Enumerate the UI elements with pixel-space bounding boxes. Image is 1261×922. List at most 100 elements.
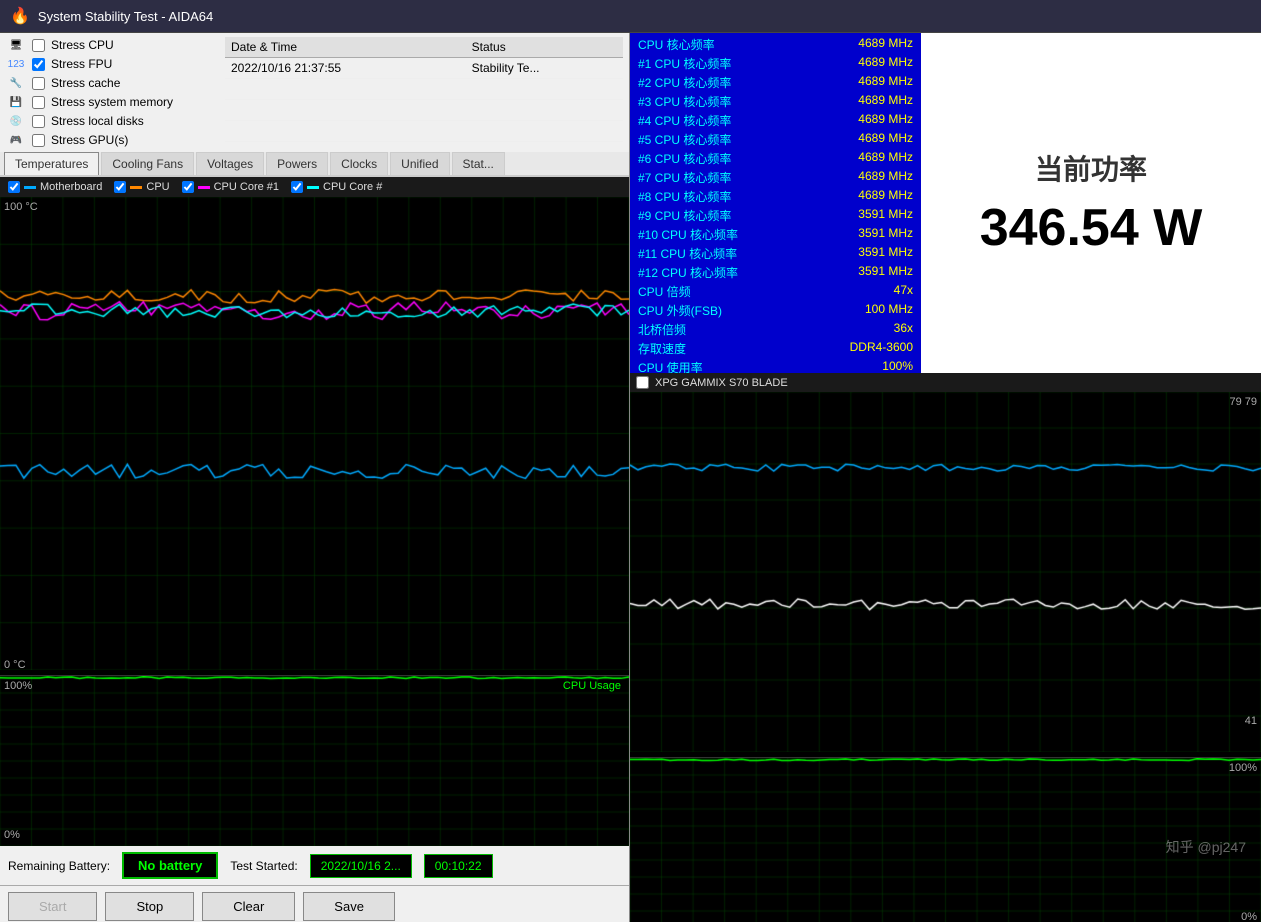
right-panel: CPU 核心频率4689 MHz#1 CPU 核心频率4689 MHz#2 CP… — [630, 33, 1261, 922]
tab-temperatures[interactable]: Temperatures — [4, 152, 99, 175]
cpu-data-row: #8 CPU 核心频率4689 MHz — [634, 187, 917, 206]
cpu-row-label: CPU 外频(FSB) — [638, 302, 722, 319]
cpu-data-row: #11 CPU 核心频率3591 MHz — [634, 244, 917, 263]
cpu-row-label: #12 CPU 核心频率 — [638, 264, 738, 281]
start-button[interactable]: Start — [8, 892, 97, 921]
stress-fpu-item: 123 Stress FPU — [6, 56, 221, 72]
cpu-icon: 🖥 — [6, 37, 26, 53]
tab-voltages[interactable]: Voltages — [196, 152, 264, 175]
cpu-row-label: #5 CPU 核心频率 — [638, 131, 731, 148]
stress-cache-item: 🔧 Stress cache — [6, 75, 221, 91]
cpu-row-label: CPU 倍频 — [638, 283, 691, 300]
cpu-row-label: #6 CPU 核心频率 — [638, 150, 731, 167]
clear-button[interactable]: Clear — [202, 892, 295, 921]
cpu-data-row: #6 CPU 核心频率4689 MHz — [634, 149, 917, 168]
flame-icon: 🔥 — [10, 6, 30, 26]
cpu-row-value: 100 MHz — [865, 302, 913, 319]
legend-cpu: CPU — [114, 181, 169, 193]
stress-cache-label[interactable]: Stress cache — [51, 76, 120, 90]
stress-disks-checkbox[interactable] — [32, 115, 45, 128]
cpu-row-value: 4689 MHz — [858, 169, 913, 186]
right-temp-chart: 79 79 41 — [630, 392, 1261, 757]
elapsed-time: 00:10:22 — [424, 854, 493, 878]
legend-cpu-core1-checkbox[interactable] — [182, 181, 194, 193]
stress-fpu-checkbox[interactable] — [32, 58, 45, 71]
cpu-row-value: 4689 MHz — [858, 74, 913, 91]
watermark: 知乎 @pj247 — [1166, 837, 1246, 857]
cpu-data-row: #5 CPU 核心频率 4689 MHz — [634, 130, 917, 149]
right-chart-checkbox[interactable] — [636, 376, 649, 389]
tab-unified[interactable]: Unified — [390, 152, 449, 175]
temp-chart-container: 100 °C 0 °C — [0, 197, 629, 675]
power-label: 当前功率 — [1035, 148, 1147, 188]
legend-cpu-checkbox[interactable] — [114, 181, 126, 193]
cpu-row-value: 3591 MHz — [858, 264, 913, 281]
cpu-data-row: #1 CPU 核心频率 4689 MHz — [634, 54, 917, 73]
right-temp-top: 79 79 — [1229, 396, 1257, 408]
test-started-value: 2022/10/16 2... — [310, 854, 412, 878]
tab-stat[interactable]: Stat... — [452, 152, 505, 175]
disk-icon: 💿 — [6, 113, 26, 129]
cpu-row-value: 3591 MHz — [858, 207, 913, 224]
stress-fpu-label[interactable]: Stress FPU — [51, 57, 112, 71]
stress-options-row: 🖥 Stress CPU 123 Stress FPU 🔧 Stress cac… — [0, 33, 629, 152]
legend-cpu-label: CPU — [146, 181, 169, 193]
temp-y-min: 0 °C — [4, 659, 26, 671]
cpu-data-row: #3 CPU 核心频率4689 MHz — [634, 92, 917, 111]
status-table: Date & Time Status 2022/10/16 21:37:55 S… — [225, 37, 623, 142]
cpu-row-value: 4689 MHz — [858, 55, 913, 72]
right-usage-top: 100% — [1229, 762, 1257, 774]
legend-cpu-core1-label: CPU Core #1 — [214, 181, 279, 193]
col-datetime: Date & Time — [225, 37, 466, 58]
right-usage-bottom: 0% — [1241, 911, 1257, 922]
tabs-bar: Temperatures Cooling Fans Voltages Power… — [0, 152, 629, 177]
cpu-data-list: CPU 核心频率4689 MHz#1 CPU 核心频率4689 MHz#2 CP… — [630, 33, 921, 373]
cpu-row-value: DDR4-3600 — [850, 340, 913, 357]
cpu-row-value: 3591 MHz — [858, 226, 913, 243]
stop-button[interactable]: Stop — [105, 892, 194, 921]
usage-y-max: 100% — [4, 680, 32, 692]
stress-cpu-label[interactable]: Stress CPU — [51, 38, 114, 52]
gpu-icon: 🎮 — [6, 132, 26, 148]
cpu-row-label: #4 CPU 核心频率 — [638, 112, 731, 129]
cpu-data-row: #12 CPU 核心频率 3591 MHz — [634, 263, 917, 282]
cpu-row-label: #9 CPU 核心频率 — [638, 207, 731, 224]
usage-y-min: 0% — [4, 829, 20, 841]
stress-cpu-checkbox[interactable] — [32, 39, 45, 52]
stress-gpu-checkbox[interactable] — [32, 134, 45, 147]
legend-cpu-core2-checkbox[interactable] — [291, 181, 303, 193]
stress-cache-checkbox[interactable] — [32, 77, 45, 90]
cpu-data-row: CPU 倍频47x — [634, 282, 917, 301]
chart-legend: Motherboard CPU CPU Core #1 CPU Core # — [0, 177, 629, 197]
tab-cooling-fans[interactable]: Cooling Fans — [101, 152, 194, 175]
bottom-bar: Remaining Battery: No battery Test Start… — [0, 845, 629, 885]
stress-memory-item: 💾 Stress system memory — [6, 94, 221, 110]
buttons-bar: Start Stop Clear Save — [0, 885, 629, 922]
legend-motherboard: Motherboard — [8, 181, 102, 193]
status-datetime: 2022/10/16 21:37:55 — [225, 58, 466, 79]
right-temp-canvas — [630, 392, 1261, 752]
stress-memory-checkbox[interactable] — [32, 96, 45, 109]
col-status: Status — [466, 37, 623, 58]
legend-cpu-core2-label: CPU Core # — [323, 181, 382, 193]
legend-motherboard-checkbox[interactable] — [8, 181, 20, 193]
tab-clocks[interactable]: Clocks — [330, 152, 388, 175]
cpu-data-row: 北桥倍频36x — [634, 320, 917, 339]
stress-gpu-label[interactable]: Stress GPU(s) — [51, 133, 128, 147]
stress-checkboxes: 🖥 Stress CPU 123 Stress FPU 🔧 Stress cac… — [6, 37, 221, 148]
tab-powers[interactable]: Powers — [266, 152, 328, 175]
chart-area: Motherboard CPU CPU Core #1 CPU Core # — [0, 177, 629, 845]
stress-disks-label[interactable]: Stress local disks — [51, 114, 144, 128]
status-value: Stability Te... — [466, 58, 623, 79]
right-temp-mid: 41 — [1245, 715, 1257, 727]
cpu-row-label: #1 CPU 核心频率 — [638, 55, 731, 72]
cpu-row-label: #2 CPU 核心频率 — [638, 74, 731, 91]
cpu-row-value: 4689 MHz — [858, 131, 913, 148]
cpu-row-value: 4689 MHz — [858, 188, 913, 205]
cpu-row-label: CPU 使用率 — [638, 359, 703, 373]
stress-memory-label[interactable]: Stress system memory — [51, 95, 173, 109]
save-button[interactable]: Save — [303, 892, 395, 921]
cpu-data-row: #4 CPU 核心频率4689 MHz — [634, 111, 917, 130]
memory-icon: 💾 — [6, 94, 26, 110]
cpu-data-row: #10 CPU 核心频率3591 MHz — [634, 225, 917, 244]
